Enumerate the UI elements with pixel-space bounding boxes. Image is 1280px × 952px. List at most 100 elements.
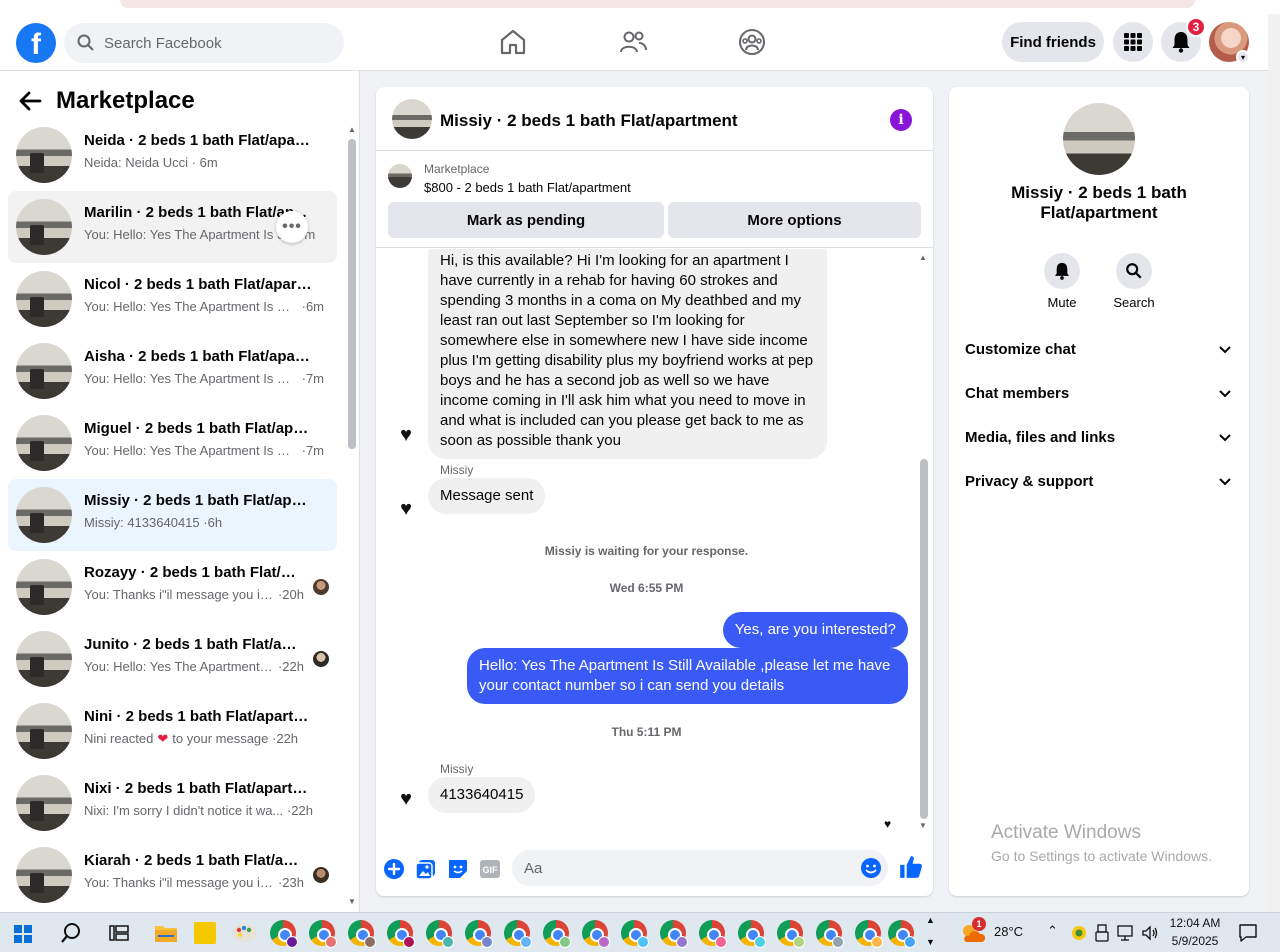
mute-button[interactable]: Mute [1032, 253, 1092, 310]
search-input[interactable] [104, 34, 324, 52]
task-view-icon[interactable] [109, 924, 129, 942]
taskbar-scroll-up-icon[interactable]: ▲ [926, 915, 935, 925]
find-friends-button[interactable]: Find friends [1002, 22, 1104, 62]
photo-icon[interactable] [414, 857, 438, 881]
gif-icon[interactable]: GIF [478, 857, 502, 881]
chat-members-section[interactable]: Chat members [965, 371, 1233, 415]
chrome-profile-icon[interactable] [504, 920, 532, 948]
conversation-item[interactable]: Kiarah · 2 beds 1 bath Flat/apa... You: … [8, 839, 337, 911]
search-icon[interactable] [60, 922, 82, 944]
conversation-item[interactable]: Neida · 2 beds 1 bath Flat/apart... Neid… [8, 119, 337, 191]
browser-top-strip [0, 0, 1280, 14]
scroll-down-arrow-icon[interactable]: ▼ [348, 897, 356, 906]
scroll-up-arrow-icon[interactable]: ▲ [919, 253, 927, 262]
usb-device-icon[interactable] [1095, 924, 1109, 942]
clock-date[interactable]: 5/9/2025 [1169, 934, 1221, 948]
listing-thumbnail [16, 415, 72, 471]
like-icon[interactable] [898, 854, 924, 880]
volume-icon[interactable] [1141, 924, 1159, 942]
sender-name: Missiy [440, 762, 474, 776]
sidebar-scrollbar[interactable]: ▲ ▼ [347, 125, 357, 906]
conversation-item[interactable]: Junito · 2 beds 1 bath Flat/apa... You: … [8, 623, 337, 695]
chevron-down-icon[interactable]: ▾ [1236, 50, 1250, 64]
scroll-down-arrow-icon[interactable]: ▼ [919, 821, 927, 830]
groups-icon[interactable] [737, 27, 767, 57]
listing-thumbnail [16, 487, 72, 543]
conversation-item-active[interactable]: Missiy · 2 beds 1 bath Flat/apart... Mis… [8, 479, 337, 551]
chat-avatar[interactable] [392, 99, 432, 139]
back-arrow-icon[interactable] [16, 87, 44, 115]
mark-as-pending-button[interactable]: Mark as pending [388, 202, 664, 238]
chrome-profile-icon[interactable] [543, 920, 571, 948]
facebook-logo[interactable]: f [16, 23, 56, 63]
plus-circle-icon[interactable] [382, 857, 406, 881]
privacy-support-section[interactable]: Privacy & support [965, 459, 1233, 503]
menu-button[interactable] [1113, 22, 1153, 62]
windows-start-icon[interactable] [14, 925, 32, 943]
conversation-sidebar: Marketplace Neida · 2 beds 1 bath Flat/a… [0, 71, 360, 912]
bell-icon [1055, 262, 1069, 280]
chrome-profile-icon[interactable] [465, 920, 493, 948]
clock-time[interactable]: 12:04 AM [1169, 916, 1221, 930]
scroll-up-arrow-icon[interactable]: ▲ [348, 125, 356, 134]
conversation-item[interactable]: Miguel · 2 beds 1 bath Flat/apart... You… [8, 407, 337, 479]
listing-price[interactable]: $800 - 2 beds 1 bath Flat/apartment [424, 180, 631, 195]
emoji-icon[interactable] [859, 856, 883, 880]
chrome-profile-icon[interactable] [777, 920, 805, 948]
conversation-item[interactable]: Rozayy · 2 beds 1 bath Flat/ap... You: T… [8, 551, 337, 623]
chrome-profile-icon[interactable] [348, 920, 376, 948]
temperature-label[interactable]: 28°C [994, 924, 1023, 939]
message-input-box[interactable] [512, 850, 888, 886]
listing-thumbnail[interactable] [388, 164, 412, 188]
scrollbar-thumb[interactable] [348, 139, 356, 449]
conversation-item[interactable]: Marilin · 2 beds 1 bath Flat/ap... You: … [8, 191, 337, 263]
file-explorer-icon[interactable] [154, 922, 178, 944]
heart-avatar-icon: ♥ [400, 497, 412, 520]
chrome-profile-icon[interactable] [582, 920, 610, 948]
chrome-profile-icon[interactable] [426, 920, 454, 948]
search-in-chat-button[interactable]: Search [1104, 253, 1164, 310]
media-files-links-section[interactable]: Media, files and links [965, 415, 1233, 459]
more-options-icon[interactable]: ••• [276, 211, 308, 243]
scrollbar-thumb[interactable] [920, 459, 928, 819]
customize-chat-section[interactable]: Customize chat [965, 327, 1233, 371]
listing-avatar[interactable] [1063, 103, 1135, 175]
message-input[interactable] [524, 859, 844, 877]
chrome-profile-icon[interactable] [309, 920, 337, 948]
conversation-item[interactable]: Aisha · 2 beds 1 bath Flat/apart... You:… [8, 335, 337, 407]
conversation-item[interactable]: Nini · 2 beds 1 bath Flat/apartm... Nini… [8, 695, 337, 767]
chrome-profile-icon[interactable] [660, 920, 688, 948]
chat-scrollbar[interactable]: ▲ ▼ [917, 249, 931, 830]
conversation-item[interactable]: Nicol · 2 beds 1 bath Flat/apart... You:… [8, 263, 337, 335]
sender-name: Missiy [440, 463, 474, 477]
chrome-profile-icon[interactable] [387, 920, 415, 948]
chat-title[interactable]: Missiy · 2 beds 1 bath Flat/apartment [440, 111, 738, 131]
chrome-profile-icon[interactable] [816, 920, 844, 948]
chrome-profile-icon[interactable] [888, 920, 916, 948]
more-options-button[interactable]: More options [668, 202, 921, 238]
paint-icon[interactable] [231, 921, 257, 945]
chrome-profile-icon[interactable] [855, 920, 883, 948]
friends-icon[interactable] [618, 27, 648, 57]
sticky-notes-icon[interactable] [194, 922, 216, 944]
incoming-message: Message sent [428, 478, 546, 514]
sticker-icon[interactable] [446, 857, 470, 881]
home-icon[interactable] [498, 27, 528, 57]
weather-alert-badge: 1 [972, 917, 986, 931]
chevron-up-icon[interactable]: ⌃ [1047, 923, 1058, 939]
chrome-profile-icon[interactable] [270, 920, 298, 948]
norton-icon[interactable] [1071, 925, 1087, 941]
conversation-item[interactable]: Nixi · 2 beds 1 bath Flat/apartm... Nixi… [8, 767, 337, 839]
search-label: Search [1113, 295, 1155, 310]
taskbar-scroll-down-icon[interactable]: ▼ [926, 937, 935, 947]
info-icon[interactable]: i [890, 109, 912, 131]
page-scrollbar[interactable] [1268, 14, 1280, 912]
message-thread: Hi, is this available? Hi I'm looking fo… [376, 249, 933, 829]
notification-center-icon[interactable] [1238, 923, 1258, 943]
network-icon[interactable] [1117, 924, 1135, 942]
chrome-profile-icon[interactable] [738, 920, 766, 948]
chrome-profile-icon[interactable] [699, 920, 727, 948]
chrome-profile-icon[interactable] [621, 920, 649, 948]
search-box[interactable] [64, 23, 344, 63]
chat-header: Missiy · 2 beds 1 bath Flat/apartment i [376, 87, 933, 151]
